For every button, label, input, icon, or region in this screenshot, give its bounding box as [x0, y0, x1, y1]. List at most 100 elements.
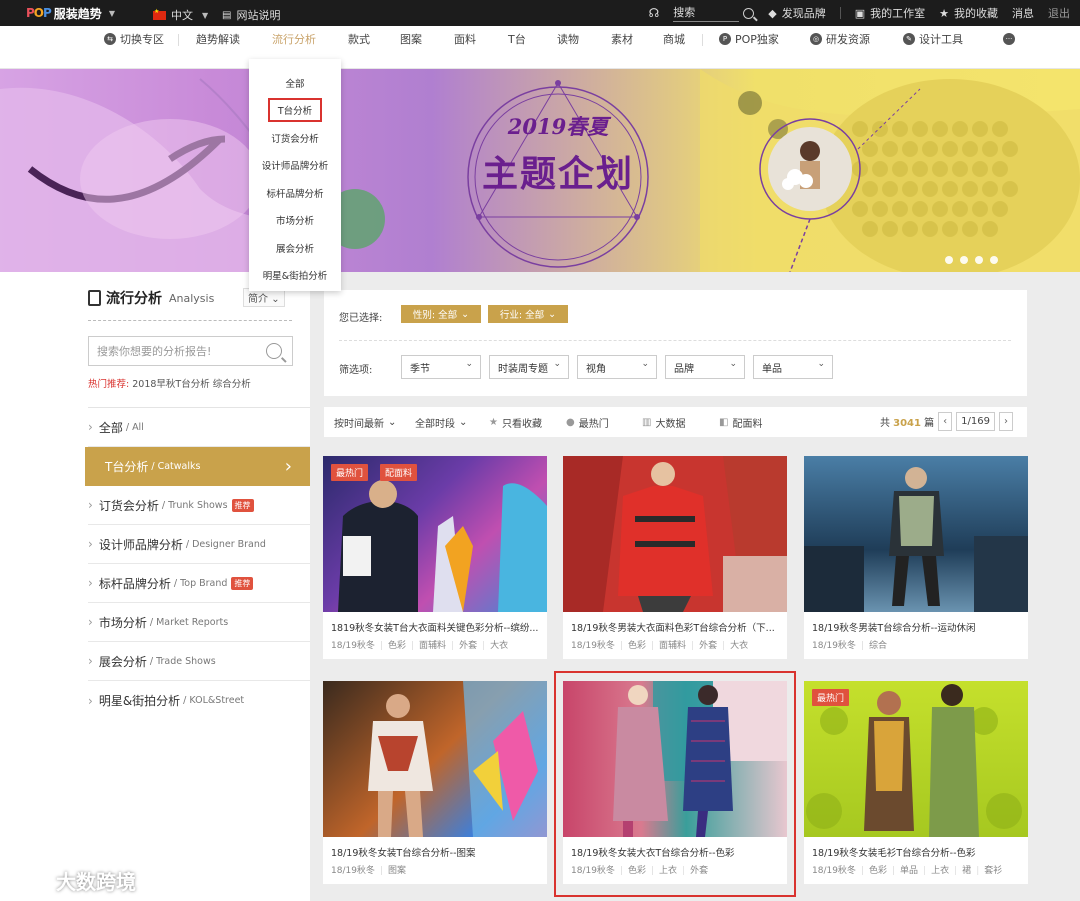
- only-favorites[interactable]: ★ 只看收藏: [489, 415, 542, 430]
- tag[interactable]: 外套: [691, 638, 717, 651]
- tag[interactable]: 色彩: [380, 638, 406, 651]
- nav-mall[interactable]: 商城: [663, 26, 685, 52]
- workspace-link[interactable]: ▣ 我的工作室: [855, 5, 925, 21]
- tag[interactable]: 套衫: [976, 863, 1002, 876]
- nav-patterns[interactable]: 图案: [400, 26, 422, 52]
- industry-chip[interactable]: 行业: 全部 ⌄: [488, 305, 568, 323]
- tag[interactable]: 色彩: [861, 863, 887, 876]
- sidebar-search-input[interactable]: 搜索你想要的分析报告!: [88, 336, 293, 366]
- tag[interactable]: 大衣: [482, 638, 508, 651]
- card-image[interactable]: [323, 681, 547, 837]
- sidebar-item-catwalks[interactable]: T台分析 / Catwalks ›: [85, 447, 310, 486]
- nav-fabrics[interactable]: 面料: [454, 26, 476, 52]
- card-image[interactable]: [804, 456, 1028, 612]
- dropdown-item-designer-brand[interactable]: 设计师品牌分析: [249, 152, 341, 180]
- with-fabrics[interactable]: ◧ 配面料: [719, 415, 762, 430]
- headset-icon[interactable]: ☊: [649, 6, 660, 20]
- dropdown-item-kol-street[interactable]: 明星&街拍分析: [249, 262, 341, 290]
- dropdown-item-top-brand[interactable]: 标杆品牌分析: [249, 179, 341, 207]
- hero-banner[interactable]: 2019春夏 主题企划: [0, 69, 1080, 272]
- report-card[interactable]: 最热门 18/19秋冬女装毛衫T台综合分析--色彩 18/19秋冬色彩单品上衣裙…: [804, 681, 1028, 884]
- language-selector[interactable]: 中文 ▼: [153, 7, 208, 23]
- carousel-dots[interactable]: [945, 256, 998, 264]
- messages-link[interactable]: 消息: [1012, 5, 1034, 21]
- report-card[interactable]: 18/19秋冬女装T台综合分析--图案 18/19秋冬图案: [323, 681, 547, 884]
- carousel-dot[interactable]: [945, 256, 953, 264]
- dropdown-item-catwalk[interactable]: T台分析: [249, 97, 341, 125]
- card-caption[interactable]: 18/19秋冬女装毛衫T台综合分析--色彩: [804, 837, 1028, 859]
- search-icon[interactable]: [743, 7, 755, 19]
- tag[interactable]: 18/19秋冬: [331, 638, 375, 651]
- fashion-week-select[interactable]: 时装周专题 ⌄: [489, 355, 569, 379]
- dropdown-item-trade-shows[interactable]: 展会分析: [249, 234, 341, 262]
- card-caption[interactable]: 18/19秋冬女装T台综合分析--图案: [323, 837, 547, 859]
- nav-books[interactable]: 读物: [557, 26, 579, 52]
- sidebar-item-designer-brand[interactable]: › 设计师品牌分析 / Designer Brand: [88, 525, 310, 564]
- season-select[interactable]: 季节 ⌄: [401, 355, 481, 379]
- site-help-link[interactable]: ▤ 网站说明: [222, 7, 280, 23]
- tag[interactable]: 18/19秋冬: [812, 863, 856, 876]
- card-image[interactable]: [563, 456, 787, 612]
- sidebar-item-trunk-shows[interactable]: › 订货会分析 / Trunk Shows 推荐: [88, 486, 310, 525]
- discover-brand-link[interactable]: ◆ 发现品牌: [768, 5, 825, 21]
- item-select[interactable]: 单品 ⌄: [753, 355, 833, 379]
- tag[interactable]: 色彩: [620, 638, 646, 651]
- hottest[interactable]: ● 最热门: [566, 415, 609, 430]
- tag[interactable]: 大衣: [722, 638, 748, 651]
- nav-research[interactable]: ◎ 研发资源: [810, 26, 870, 52]
- brand-select[interactable]: 品牌 ⌄: [665, 355, 745, 379]
- top-search[interactable]: 搜索: [673, 4, 755, 22]
- chevron-down-icon[interactable]: ▼: [109, 9, 115, 18]
- sidebar-item-top-brand[interactable]: › 标杆品牌分析 / Top Brand 推荐: [88, 564, 310, 603]
- tag[interactable]: 18/19秋冬: [812, 638, 856, 651]
- card-image[interactable]: 最热门: [804, 681, 1028, 837]
- view-select[interactable]: 视角 ⌄: [577, 355, 657, 379]
- nav-switch-zone[interactable]: ⇆ 切换专区: [104, 26, 164, 52]
- sort-by-time[interactable]: 按时间最新 ⌄: [334, 415, 396, 430]
- sidebar-item-kol-street[interactable]: › 明星&街拍分析 / KOL&Street: [88, 681, 310, 720]
- tag[interactable]: 单品: [892, 863, 918, 876]
- card-caption[interactable]: 18/19秋冬男装大衣面料色彩T台综合分析（下...: [563, 612, 787, 634]
- dropdown-item-trunk-shows[interactable]: 订货会分析: [249, 124, 341, 152]
- carousel-dot[interactable]: [990, 256, 998, 264]
- tag[interactable]: 18/19秋冬: [571, 638, 615, 651]
- site-logo[interactable]: POP 服装趋势 ▼: [26, 5, 115, 22]
- next-page-button[interactable]: ›: [999, 412, 1013, 431]
- nav-analysis[interactable]: 流行分析: [272, 26, 316, 52]
- report-card[interactable]: 18/19秋冬男装大衣面料色彩T台综合分析（下... 18/19秋冬色彩面辅料外…: [563, 456, 787, 659]
- tag[interactable]: 裙: [954, 863, 971, 876]
- card-image[interactable]: 最热门 配面料: [323, 456, 547, 612]
- time-range[interactable]: 全部时段 ⌄: [415, 415, 467, 430]
- tag[interactable]: 面辅料: [411, 638, 446, 651]
- gender-chip[interactable]: 性别: 全部 ⌄: [401, 305, 481, 323]
- card-caption[interactable]: 1819秋冬女装T台大衣面料关键色彩分析--缤纷...: [323, 612, 547, 634]
- big-data[interactable]: ▥ 大数据: [642, 415, 685, 430]
- dropdown-item-market[interactable]: 市场分析: [249, 207, 341, 235]
- nav-pop-exclusive[interactable]: P POP独家: [719, 26, 779, 52]
- sidebar-item-market-reports[interactable]: › 市场分析 / Market Reports: [88, 603, 310, 642]
- nav-catwalk[interactable]: T台: [508, 26, 526, 52]
- report-card[interactable]: 18/19秋冬男装T台综合分析--运动休闲 18/19秋冬综合: [804, 456, 1028, 659]
- search-icon[interactable]: [266, 343, 282, 359]
- nav-more[interactable]: ···: [1003, 26, 1015, 52]
- carousel-dot[interactable]: [975, 256, 983, 264]
- dropdown-item-all[interactable]: 全部: [249, 69, 341, 97]
- tag[interactable]: 图案: [380, 863, 406, 876]
- favorites-link[interactable]: ★ 我的收藏: [939, 5, 998, 21]
- logout-link[interactable]: 退出: [1048, 5, 1070, 21]
- nav-styles[interactable]: 款式: [348, 26, 370, 52]
- tag[interactable]: 面辅料: [651, 638, 686, 651]
- card-caption[interactable]: 18/19秋冬男装T台综合分析--运动休闲: [804, 612, 1028, 634]
- report-card[interactable]: 最热门 配面料 1819秋冬女装T台大衣面料关键色彩分析--缤纷... 18/1…: [323, 456, 547, 659]
- nav-trend[interactable]: 趋势解读: [196, 26, 240, 52]
- prev-page-button[interactable]: ‹: [938, 412, 953, 431]
- nav-materials[interactable]: 素材: [611, 26, 633, 52]
- nav-design-tools[interactable]: ✎ 设计工具: [903, 26, 963, 52]
- tag[interactable]: 综合: [861, 638, 887, 651]
- hot-link[interactable]: 2018早秋T台分析: [132, 379, 209, 390]
- top-search-input[interactable]: 搜索: [673, 4, 740, 22]
- carousel-dot[interactable]: [960, 256, 968, 264]
- tag[interactable]: 上衣: [923, 863, 949, 876]
- tag[interactable]: 18/19秋冬: [331, 863, 375, 876]
- tag[interactable]: 外套: [451, 638, 477, 651]
